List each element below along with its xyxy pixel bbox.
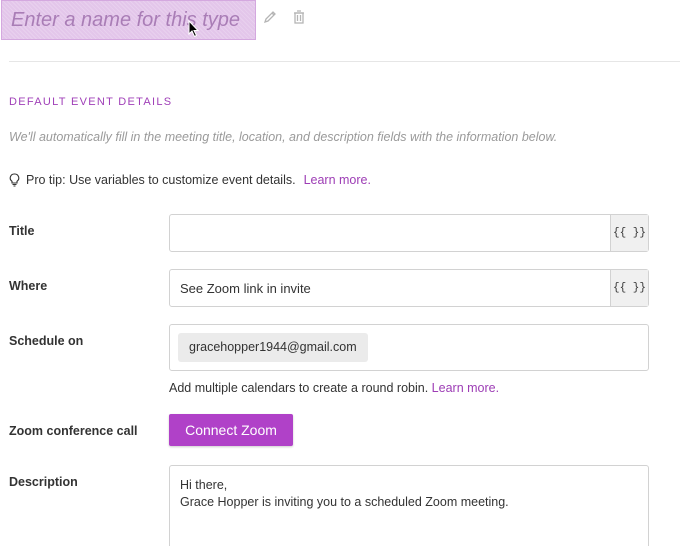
section-description: We'll automatically fill in the meeting … [9, 130, 558, 144]
calendar-select[interactable]: gracehopper1944@gmail.com [169, 324, 649, 371]
pro-tip-text: Pro tip: Use variables to customize even… [26, 173, 296, 187]
trash-icon[interactable] [291, 9, 307, 25]
section-title: DEFAULT EVENT DETAILS [9, 96, 173, 108]
description-line: Grace Hopper is inviting you to a schedu… [180, 495, 509, 509]
title-field: {{ }} [169, 214, 649, 252]
calendar-chip[interactable]: gracehopper1944@gmail.com [178, 333, 368, 362]
pro-tip: Pro tip: Use variables to customize even… [9, 173, 371, 187]
pencil-icon[interactable] [262, 9, 278, 25]
connect-zoom-button[interactable]: Connect Zoom [169, 414, 293, 446]
title-variables-button[interactable]: {{ }} [610, 215, 648, 251]
pro-tip-learn-more-link[interactable]: Learn more. [304, 173, 371, 187]
calendar-learn-more-link[interactable]: Learn more. [432, 381, 499, 395]
where-input[interactable] [170, 270, 610, 306]
description-textarea[interactable]: Hi there, Grace Hopper is inviting you t… [169, 465, 649, 546]
description-label: Description [9, 475, 78, 489]
calendar-help-text: Add multiple calendars to create a round… [169, 381, 429, 395]
title-input[interactable] [170, 215, 610, 251]
description-line: Hi there, [180, 478, 228, 492]
calendar-help: Add multiple calendars to create a round… [169, 381, 499, 395]
zoom-label: Zoom conference call [9, 424, 138, 438]
header-divider [9, 61, 680, 62]
where-label: Where [9, 279, 48, 293]
lightbulb-icon [9, 173, 20, 187]
title-label: Title [9, 224, 35, 238]
event-type-name-input[interactable] [1, 0, 256, 40]
schedule-on-label: Schedule on [9, 334, 84, 348]
where-field: {{ }} [169, 269, 649, 307]
where-variables-button[interactable]: {{ }} [610, 270, 648, 306]
